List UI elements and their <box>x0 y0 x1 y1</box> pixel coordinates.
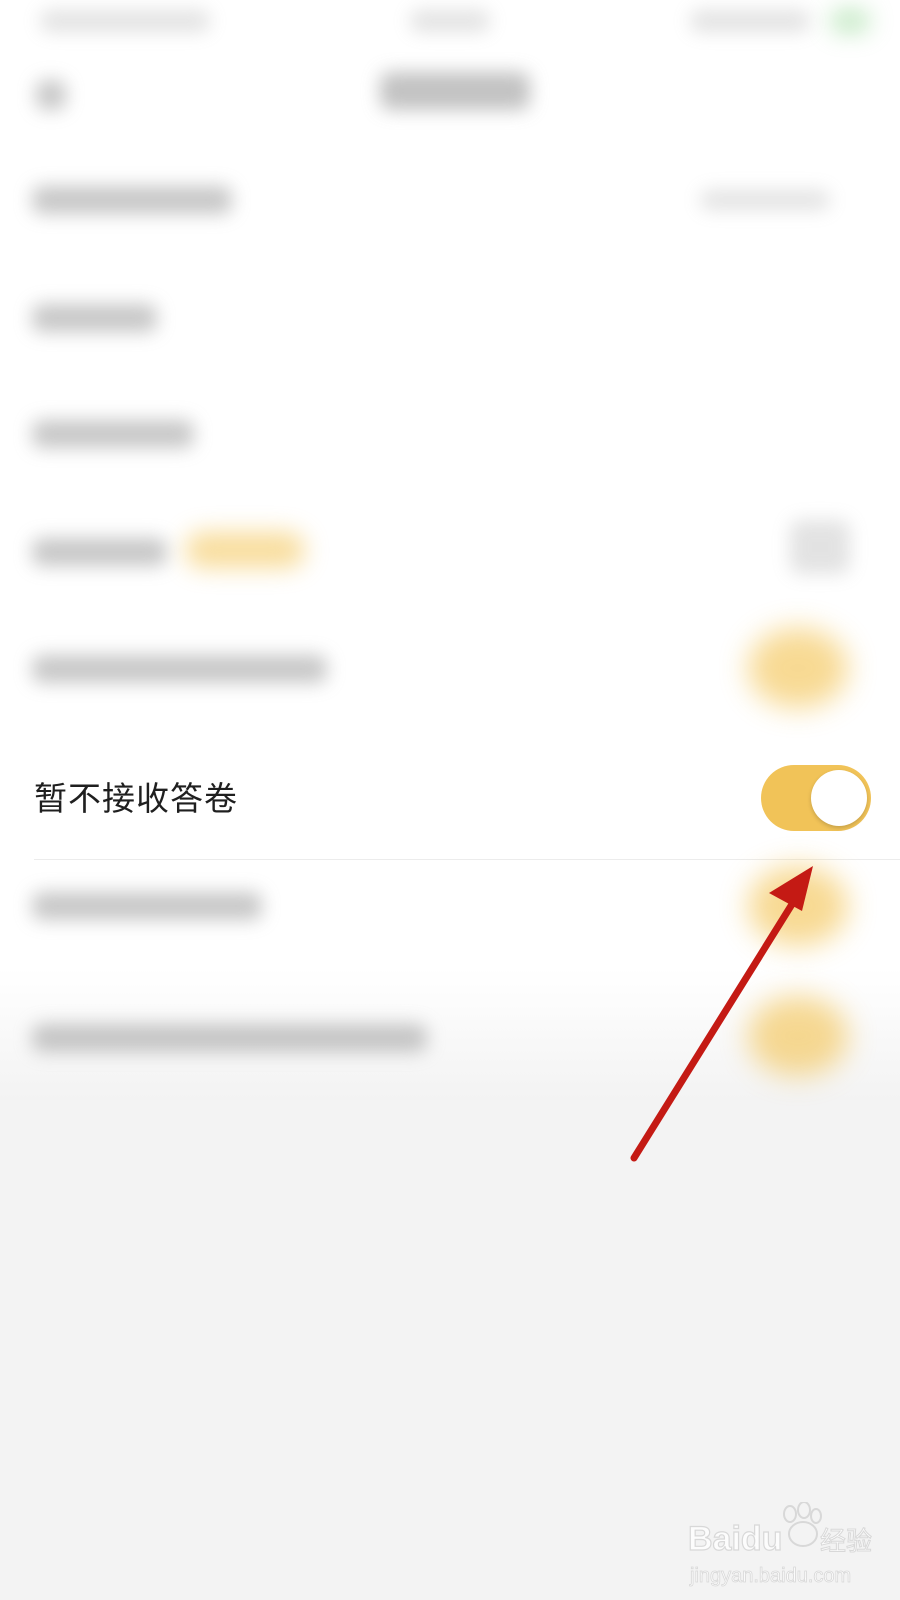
settings-row-5-label-blurred[interactable] <box>32 655 327 683</box>
battery-icon-blurred <box>830 10 870 32</box>
baidu-jingyan-watermark: Baidu 经验 jingyan.baidu.com <box>688 1502 873 1587</box>
paw-icon <box>783 1502 822 1547</box>
watermark-brand-cn: 经验 <box>820 1527 872 1557</box>
settings-row-5-toggle-blurred[interactable] <box>748 628 848 708</box>
pause-responses-toggle[interactable] <box>761 765 871 831</box>
status-bar-left-blurred <box>40 10 210 32</box>
settings-row-1-label-blurred[interactable] <box>32 186 232 214</box>
back-icon-blurred[interactable] <box>36 80 66 110</box>
settings-row-7-label-blurred[interactable] <box>32 892 262 920</box>
settings-row-4-badge-blurred <box>185 532 305 568</box>
settings-row-pause-responses: 暂不接收答卷 <box>0 739 900 859</box>
settings-row-7-toggle-blurred[interactable] <box>748 866 848 946</box>
settings-row-4-label-blurred[interactable] <box>32 538 167 566</box>
watermark-url: jingyan.baidu.com <box>689 1565 851 1587</box>
app-screen: 暂不接收答卷 Baidu 经验 jingyan.baidu.com <box>0 0 900 1600</box>
settings-row-3-label-blurred[interactable] <box>32 420 194 448</box>
settings-row-8-label-blurred[interactable] <box>32 1024 427 1052</box>
settings-row-1-value-blurred <box>700 190 830 210</box>
toggle-knob <box>811 770 867 826</box>
status-bar-right-blurred <box>690 10 810 32</box>
settings-row-8-toggle-blurred[interactable] <box>748 996 848 1076</box>
pause-responses-label: 暂不接收答卷 <box>34 779 238 818</box>
row-divider-bottom <box>34 859 900 860</box>
status-bar-time-blurred <box>410 10 490 32</box>
watermark-brand: Baidu <box>688 1520 782 1558</box>
nav-title-blurred <box>380 72 530 110</box>
settings-row-2-label-blurred[interactable] <box>32 304 157 332</box>
settings-row-4-value-blurred <box>790 520 850 574</box>
